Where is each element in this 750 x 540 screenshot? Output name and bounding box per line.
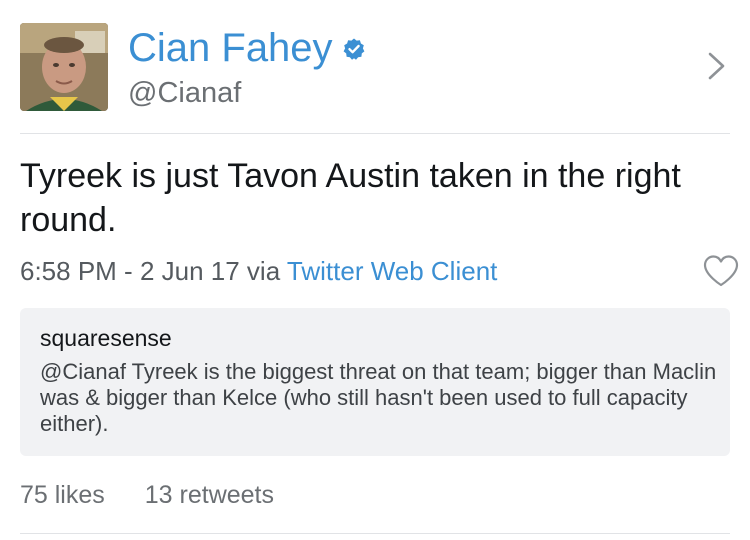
quoted-tweet-username: squaresense — [40, 325, 172, 351]
divider — [20, 133, 730, 134]
via-label: via — [239, 256, 287, 286]
verified-badge-icon — [343, 38, 365, 60]
quoted-tweet[interactable]: squaresense @Cianaf Tyreek is the bigges… — [20, 308, 730, 456]
quoted-tweet-text: @Cianaf Tyreek is the biggest threat on … — [40, 359, 717, 436]
likes-count[interactable]: 75 likes — [20, 481, 105, 509]
avatar[interactable] — [20, 23, 108, 111]
client-link[interactable]: Twitter Web Client — [287, 256, 497, 286]
tweet-meta: 6:58 PM - 2 Jun 17 via Twitter Web Clien… — [20, 255, 497, 287]
profile-photo-icon — [20, 23, 108, 111]
tweet-date: 2 Jun 17 — [139, 256, 240, 286]
meta-separator: - — [116, 256, 140, 286]
tweet-time: 6:58 PM — [20, 256, 117, 286]
chevron-right-icon[interactable] — [706, 51, 728, 81]
tweet-text: Tyreek is just Tavon Austin taken in the… — [20, 157, 681, 239]
heart-icon[interactable] — [702, 254, 740, 288]
retweets-count[interactable]: 13 retweets — [145, 481, 274, 509]
user-handle[interactable]: @Cianaf — [128, 76, 241, 110]
display-name[interactable]: Cian Fahey — [128, 24, 333, 72]
divider — [20, 533, 730, 534]
tweet-stats: 75 likes 13 retweets — [20, 480, 274, 510]
